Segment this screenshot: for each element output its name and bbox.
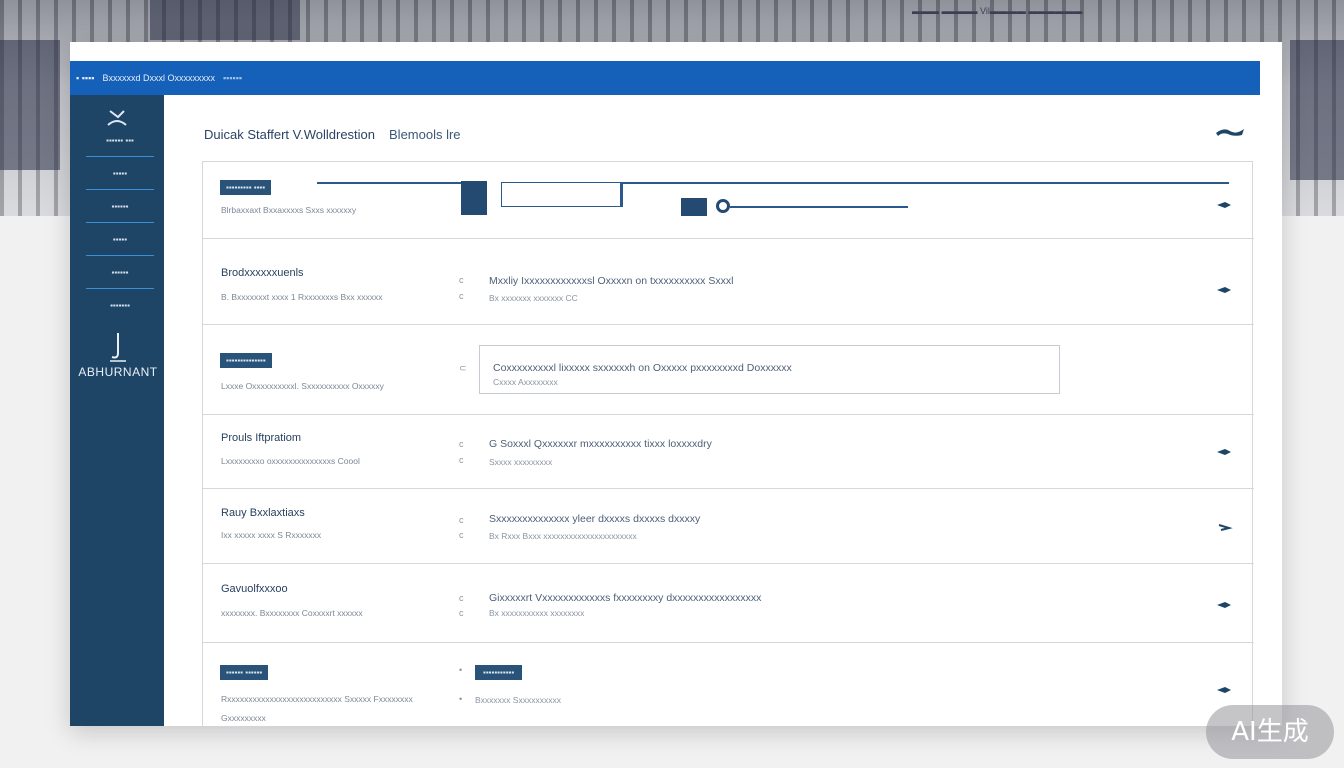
brand-hook-icon: [110, 333, 126, 362]
top-bar: ▪ ▪▪▪▪ Bxxxxxxd Dxxxl Oxxxxxxxxx ▪▪▪▪▪▪: [70, 61, 1260, 95]
bullet-icon: c: [459, 593, 464, 603]
topbar-dim-text: ▪▪▪▪▪▪: [222, 73, 243, 83]
page-title-text: Duicak Staffert V.Wolldrestion: [204, 127, 376, 142]
sidebar-item-6[interactable]: ▪▪▪▪▪▪▪: [86, 290, 154, 322]
row-subtext: Bx xxxxxxxxxxx xxxxxxxx: [489, 608, 585, 618]
list-item[interactable]: Rauy Bxxlaxtiaxs Ixx xxxxx xxxx S Rxxxxx…: [203, 489, 1254, 564]
row-title: Gavuolfxxxoo: [221, 583, 288, 595]
step-box[interactable]: [501, 182, 621, 207]
bullet-icon: c: [459, 455, 464, 465]
row-subtext: Bx xxxxxxx xxxxxxx CC: [489, 293, 578, 303]
row-text: Mxxliy Ixxxxxxxxxxxxsl Oxxxxn on txxxxxx…: [489, 275, 734, 287]
timeline-track: [317, 182, 461, 184]
progress-track: [730, 206, 908, 208]
row-chip: ▪▪▪▪▪▪ ▪▪▪▪▪▪: [220, 665, 269, 680]
background-sign-text: ▬▬▬ ▬▬▬▬ Vil▬▬▬▬ ▬▬▬▬▬▬: [912, 6, 1083, 16]
bullet-icon: c: [459, 275, 464, 285]
row-subtext: Cxxxx Axxxxxxxx: [493, 377, 558, 387]
row-title: Prouls Iftpratiom: [221, 432, 302, 444]
bullet-icon: •: [459, 665, 463, 675]
bullet-icon: c: [459, 530, 464, 540]
chevron-icon[interactable]: [1215, 600, 1233, 610]
progress-handle[interactable]: [716, 199, 730, 213]
row-text: Sxxxxxxxxxxxxxx yleer dxxxxs dxxxxs dxxx…: [489, 513, 701, 525]
chevron-icon[interactable]: [1215, 522, 1233, 532]
row-description: Rxxxxxxxxxxxxxxxxxxxxxxxxxxx Sxxxxx Fxxx…: [221, 694, 413, 704]
step-divider: [621, 182, 623, 207]
row-chip: ▪▪▪▪▪▪▪▪▪ ▪▪▪▪: [220, 180, 272, 195]
sidebar: ▪▪▪▪▪▪ ▪▪▪ ▪▪▪▪▪ ▪▪▪▪▪▪ ▪▪▪▪▪ ▪▪▪▪▪▪ ▪▪▪…: [70, 95, 164, 726]
sidebar-brand: ABHURNANT: [78, 365, 158, 379]
sidebar-item-label: ▪▪▪▪▪▪ ▪▪▪: [106, 136, 134, 145]
bullet-icon: c: [459, 291, 464, 301]
list-item[interactable]: ▪▪▪▪▪▪ ▪▪▪▪▪▪ Rxxxxxxxxxxxxxxxxxxxxxxxxx…: [203, 643, 1254, 727]
page-title: Duicak Staffert V.Wolldrestion Blemools l…: [204, 127, 461, 142]
row-description: B. Bxxxxxxxt xxxx 1 Rxxxxxxxs Bxx xxxxxx: [221, 292, 383, 302]
topbar-left-text: ▪ ▪▪▪▪: [76, 73, 95, 83]
chevron-icon[interactable]: [1215, 200, 1233, 210]
row-description: Lxxxxxxxxo oxxxxxxxxxxxxxxs Coool: [221, 456, 360, 466]
sidebar-item-label: ▪▪▪▪▪: [112, 169, 128, 178]
sidebar-item-3[interactable]: ▪▪▪▪▪▪: [86, 191, 154, 223]
row-description: Lxxxe Oxxxxxxxxxxl. Sxxxxxxxxxx Oxxxxxy: [221, 381, 384, 391]
chevron-icon[interactable]: [1215, 447, 1233, 457]
sidebar-item-label: ▪▪▪▪▪: [112, 235, 128, 244]
sidebar-item-1[interactable]: ▪▪▪▪▪▪ ▪▪▪: [86, 125, 154, 157]
background-shelf: [1290, 40, 1344, 180]
bullet-icon: c: [459, 515, 464, 525]
plane-icon[interactable]: [1214, 125, 1246, 139]
row-title: Brodxxxxxxuenls: [221, 267, 304, 279]
bullet-icon: c: [459, 608, 464, 618]
row-description: Ixx xxxxx xxxx S Rxxxxxxx: [221, 530, 322, 540]
bullet-icon: ⊂: [459, 363, 467, 373]
sidebar-item-4[interactable]: ▪▪▪▪▪: [86, 224, 154, 256]
sidebar-item-label: ▪▪▪▪▪▪: [111, 202, 129, 211]
list-item[interactable]: Brodxxxxxxuenls B. Bxxxxxxxt xxxx 1 Rxxx…: [203, 239, 1254, 325]
row-subtext: Bxxxxxxx Sxxxxxxxxxx: [475, 695, 561, 705]
timeline-track: [621, 182, 1229, 184]
row-subtext: Bx Rxxx Bxxx xxxxxxxxxxxxxxxxxxxxxx: [489, 531, 637, 541]
row-description: xxxxxxxx. Bxxxxxxxx Coxxxxrt xxxxxx: [221, 608, 363, 618]
row-text: Gixxxxxrt Vxxxxxxxxxxxxs fxxxxxxxxy dxxx…: [489, 592, 762, 604]
row-description-2: Gxxxxxxxxx: [221, 713, 266, 723]
topbar-title: Bxxxxxxd Dxxxl Oxxxxxxxxx: [102, 73, 215, 83]
status-badge: ▪▪▪▪▪▪▪▪▪▪▪: [475, 665, 523, 680]
sidebar-item-label: ▪▪▪▪▪▪: [111, 268, 129, 277]
sidebar-item-5[interactable]: ▪▪▪▪▪▪: [86, 257, 154, 289]
list-item[interactable]: ▪▪▪▪▪▪▪▪▪▪▪▪▪▪ Lxxxe Oxxxxxxxxxxl. Sxxxx…: [203, 325, 1254, 415]
step-marker[interactable]: [461, 181, 487, 215]
bullet-icon: •: [459, 694, 463, 704]
background-shelf: [150, 0, 300, 40]
row-chip: ▪▪▪▪▪▪▪▪▪▪▪▪▪▪: [220, 353, 272, 368]
row-text: G Soxxxl Qxxxxxxr mxxxxxxxxxx tixxx loxx…: [489, 438, 712, 450]
row-subtext: Sxxxx xxxxxxxxx: [489, 457, 553, 467]
row-text: Coxxxxxxxxxl lixxxxx sxxxxxxh on Oxxxxx …: [493, 362, 792, 374]
ai-watermark: AI生成: [1206, 705, 1334, 759]
list-item[interactable]: Prouls Iftpratiom Lxxxxxxxxo oxxxxxxxxxx…: [203, 415, 1254, 489]
process-panel: ▪▪▪▪▪▪▪▪▪ ▪▪▪▪ Blrbaxxaxt Bxxaxxxxs Sxxs…: [202, 161, 1254, 727]
row-description: Blrbaxxaxt Bxxaxxxxs Sxxs xxxxxxy: [221, 205, 357, 215]
row-title: Rauy Bxxlaxtiaxs: [221, 507, 305, 519]
bullet-icon: c: [459, 439, 464, 449]
chevron-icon[interactable]: [1215, 285, 1233, 295]
page-subtitle: Blemools lre: [389, 127, 461, 142]
sidebar-item-label: ▪▪▪▪▪▪▪: [110, 301, 130, 310]
background-shelf: [0, 40, 60, 170]
list-item[interactable]: ▪▪▪▪▪▪▪▪▪ ▪▪▪▪ Blrbaxxaxt Bxxaxxxxs Sxxs…: [203, 162, 1254, 239]
main-content: Duicak Staffert V.Wolldrestion Blemools l…: [164, 95, 1282, 726]
step-marker[interactable]: [681, 198, 707, 216]
chevron-icon[interactable]: [1215, 685, 1233, 695]
sidebar-item-2[interactable]: ▪▪▪▪▪: [86, 158, 154, 190]
list-item[interactable]: Gavuolfxxxoo xxxxxxxx. Bxxxxxxxx Coxxxxr…: [203, 564, 1254, 643]
app-window: ▪ ▪▪▪▪ Bxxxxxxd Dxxxl Oxxxxxxxxx ▪▪▪▪▪▪ …: [70, 42, 1282, 726]
